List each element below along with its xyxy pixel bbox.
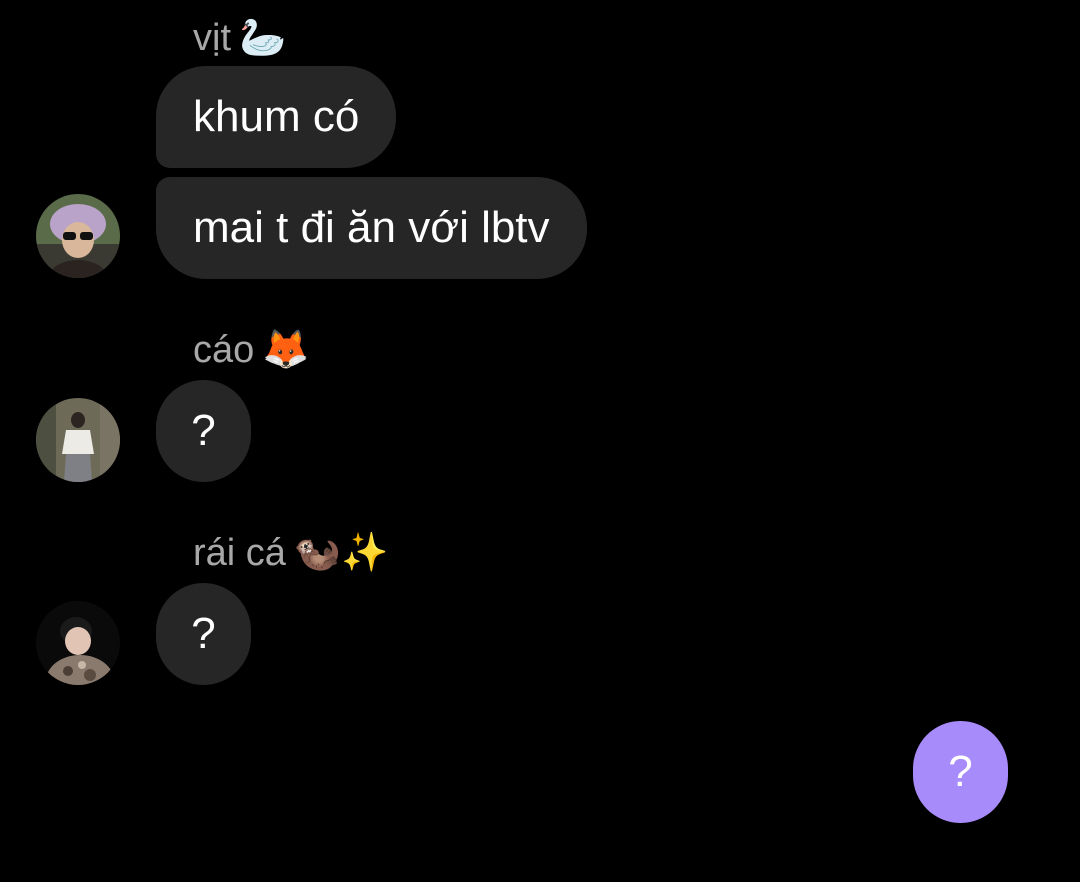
sender-name-text: rái cá bbox=[193, 532, 286, 574]
message-bubble[interactable]: ? bbox=[156, 380, 251, 482]
avatar-vit[interactable] bbox=[36, 194, 120, 278]
sender-name-text: cáo bbox=[193, 329, 255, 371]
sender-name-rai-ca: rái cá 🦦✨ bbox=[193, 533, 389, 572]
message-text: mai t đi ăn với lbtv bbox=[193, 203, 550, 252]
swan-emoji-icon: 🦢 bbox=[239, 15, 287, 59]
message-bubble[interactable]: mai t đi ăn với lbtv bbox=[156, 177, 587, 279]
avatar-cao[interactable] bbox=[36, 398, 120, 482]
message-bubble[interactable]: khum có bbox=[156, 66, 397, 168]
fox-emoji-icon: 🦊 bbox=[262, 327, 310, 371]
message-text: ? bbox=[191, 406, 216, 455]
sender-name-cao: cáo 🦊 bbox=[193, 330, 310, 369]
message-bubble[interactable]: ? bbox=[156, 583, 251, 685]
message-text: khum có bbox=[193, 92, 360, 141]
sender-name-text: vịt bbox=[193, 17, 231, 59]
my-message-bubble[interactable]: ? bbox=[913, 721, 1008, 823]
sender-name-vit: vịt 🦢 bbox=[193, 18, 286, 57]
message-text: ? bbox=[191, 609, 216, 658]
my-message-text: ? bbox=[948, 747, 973, 796]
avatar-rai-ca[interactable] bbox=[36, 601, 120, 685]
otter-sparkles-emoji-icon: 🦦✨ bbox=[293, 530, 389, 574]
